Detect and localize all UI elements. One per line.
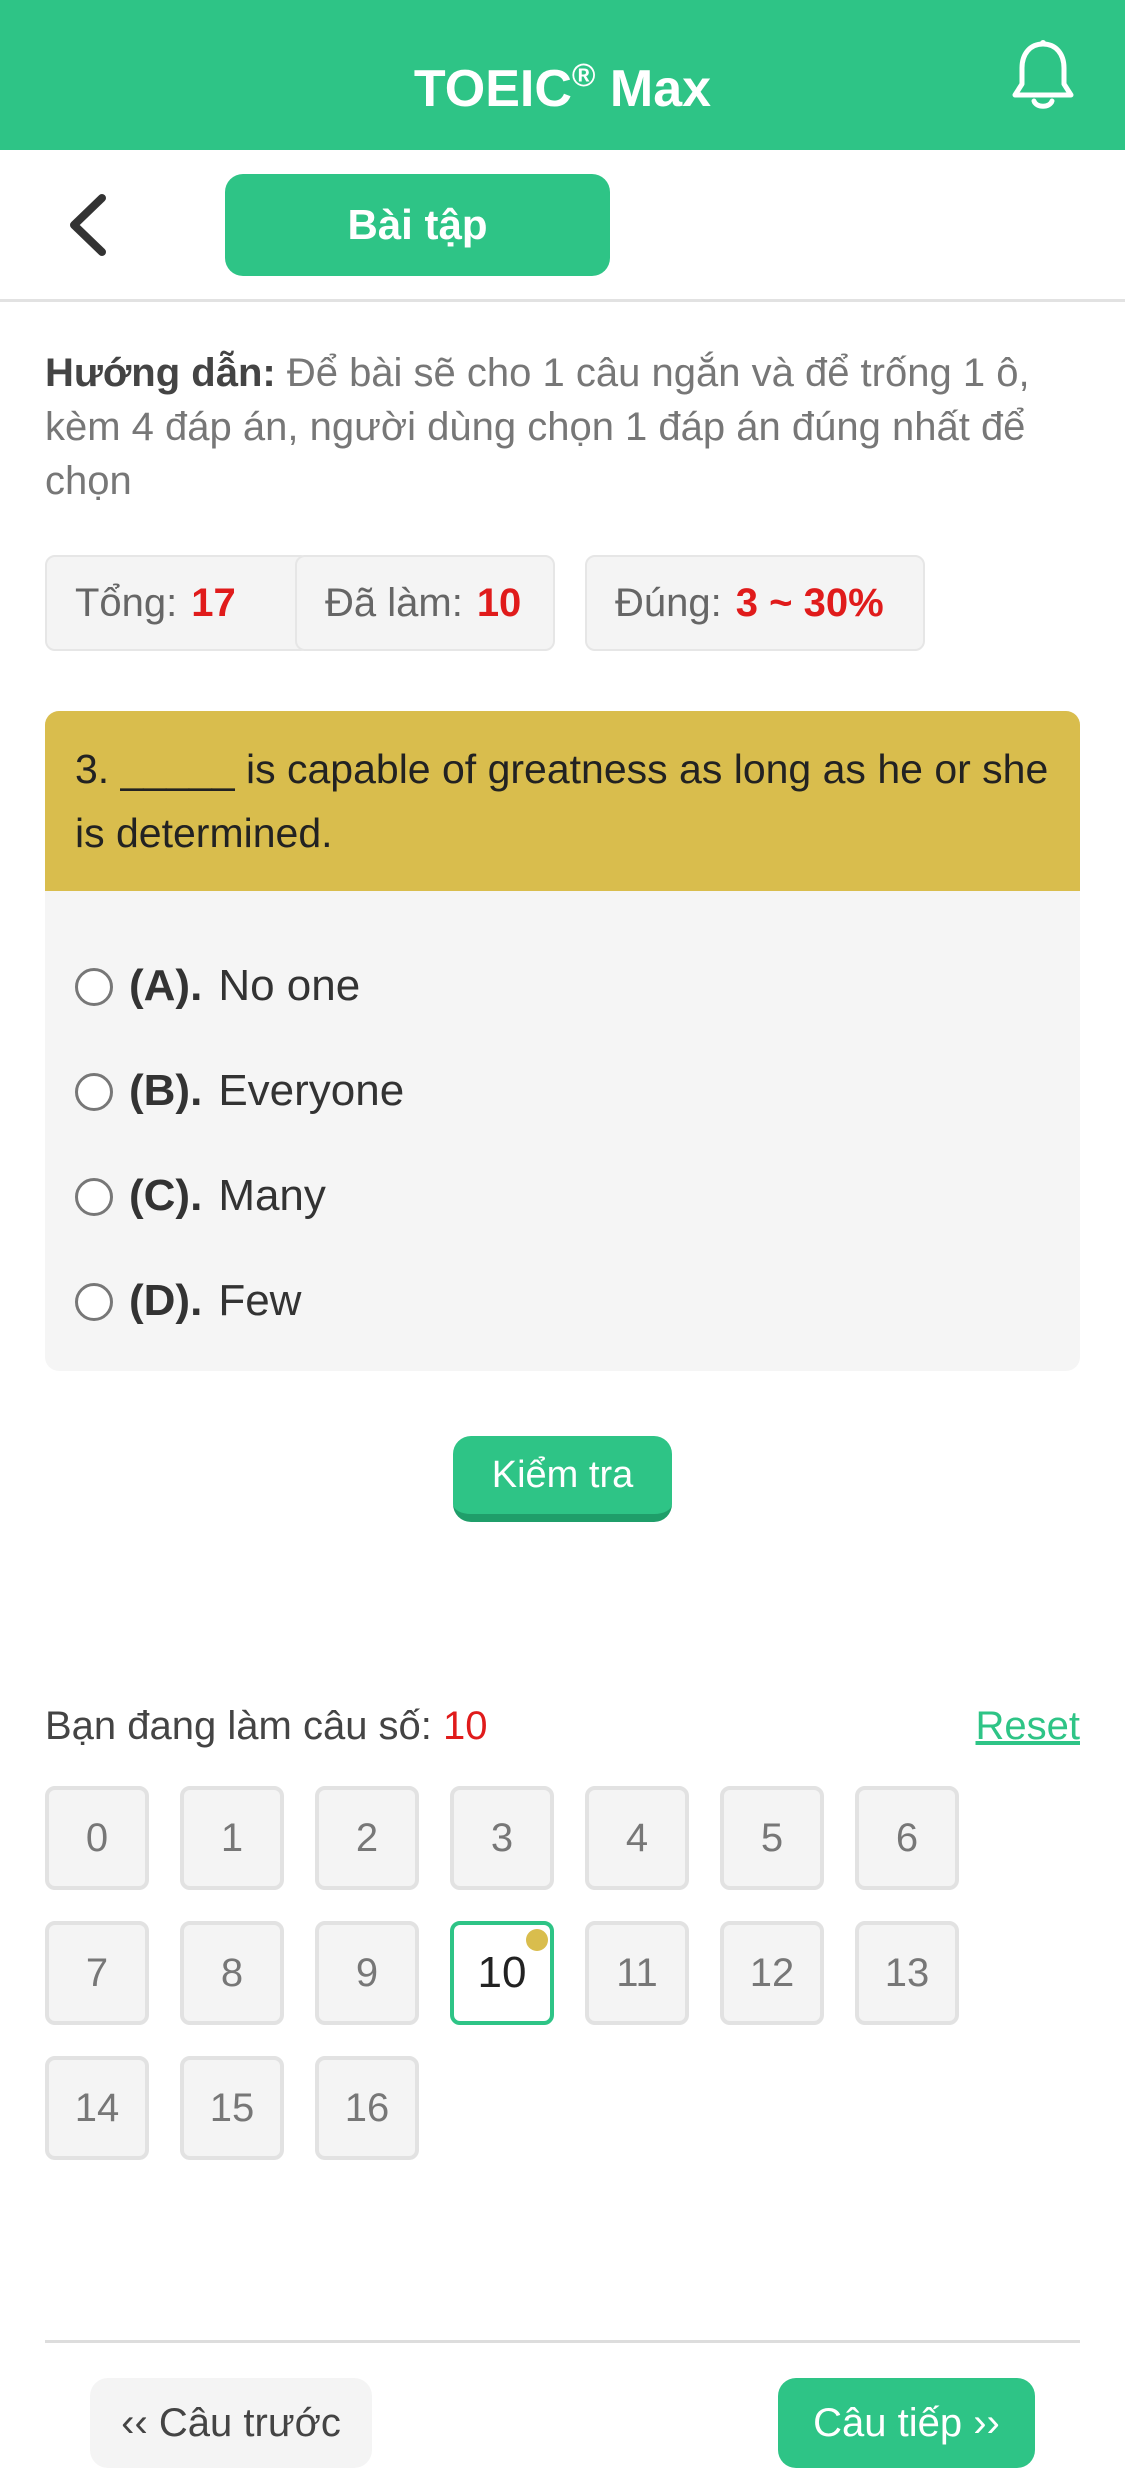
question-cell[interactable]: 14 [45,2056,149,2160]
progress-line: Bạn đang làm câu số: 10 [45,1704,488,1748]
question-cell[interactable]: 3 [450,1786,554,1890]
option-b[interactable]: (B). Everyone [75,1056,404,1126]
question-cell-current[interactable]: 10 [450,1921,554,2025]
radio-button[interactable] [75,968,113,1006]
next-question-button[interactable]: Câu tiếp ›› [778,2378,1035,2468]
current-indicator-dot [526,1929,548,1951]
chevron-left-icon[interactable] [62,190,122,260]
instructions: Hướng dẫn: Để bài sẽ cho 1 câu ngắn và đ… [45,346,1085,508]
question-cell[interactable]: 0 [45,1786,149,1890]
radio-button[interactable] [75,1283,113,1321]
question-cell[interactable]: 13 [855,1921,959,2025]
stat-total: Tổng: 17 [45,555,310,651]
option-d[interactable]: (D). Few [75,1266,301,1336]
tab-bai-tap[interactable]: Bài tập [225,174,610,276]
instructions-label: Hướng dẫn: [45,351,276,395]
option-c[interactable]: (C). Many [75,1161,326,1231]
question-text: 3. _____ is capable of greatness as long… [45,711,1080,891]
question-cell[interactable]: 1 [180,1786,284,1890]
question-cell[interactable]: 9 [315,1921,419,2025]
question-cell[interactable]: 15 [180,2056,284,2160]
question-cell[interactable]: 12 [720,1921,824,2025]
stat-correct: Đúng: 3 ~ 30% [585,555,925,651]
question-cell[interactable]: 5 [720,1786,824,1890]
question-grid: 0 1 2 3 4 5 6 7 8 9 10 11 12 13 14 15 16 [45,1786,1085,2166]
question-cell[interactable]: 11 [585,1921,689,2025]
bell-icon[interactable] [1010,38,1076,112]
stat-done: Đã làm: 10 [295,555,555,651]
radio-button[interactable] [75,1073,113,1111]
radio-button[interactable] [75,1178,113,1216]
option-a[interactable]: (A). No one [75,951,360,1021]
question-cell[interactable]: 7 [45,1921,149,2025]
app-header: TOEIC® Max [0,0,1125,150]
divider [45,2340,1080,2343]
question-card: 3. _____ is capable of greatness as long… [45,711,1080,1371]
reset-link[interactable]: Reset [976,1696,1081,1756]
question-cell[interactable]: 8 [180,1921,284,2025]
prev-question-button[interactable]: ‹‹ Câu trước [90,2378,372,2468]
question-cell[interactable]: 4 [585,1786,689,1890]
question-cell[interactable]: 16 [315,2056,419,2160]
question-cell[interactable]: 2 [315,1786,419,1890]
subheader: Bài tập [0,150,1125,302]
check-button[interactable]: Kiểm tra [453,1436,672,1522]
question-cell[interactable]: 6 [855,1786,959,1890]
app-title: TOEIC® Max [413,57,712,118]
